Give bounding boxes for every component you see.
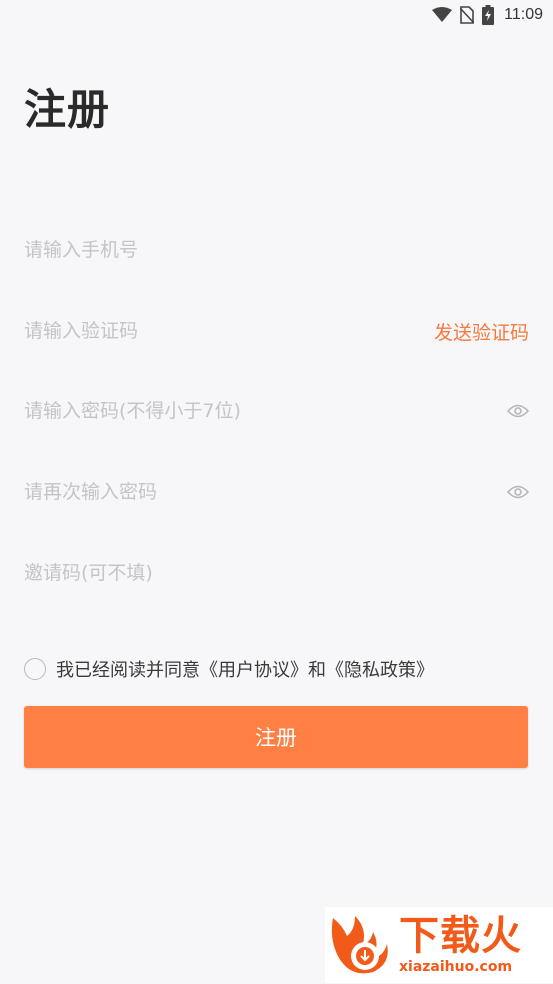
status-time: 11:09 (504, 6, 543, 23)
phone-field-row (24, 230, 529, 270)
watermark: 下载火 xiazaihuo.com (325, 907, 553, 983)
eye-icon[interactable] (507, 481, 529, 503)
watermark-text: 下载火 xiazaihuo.com (399, 914, 522, 976)
status-bar: 11:09 (0, 0, 553, 30)
invite-code-field-row (24, 553, 529, 593)
flame-logo-icon (325, 910, 395, 980)
agreement-checkbox[interactable] (24, 658, 46, 680)
confirm-password-input[interactable] (24, 472, 507, 512)
status-icons: 11:09 (432, 5, 543, 25)
agreement-row: 我已经阅读并同意《用户协议》和《隐私政策》 (24, 656, 434, 682)
agreement-text: 我已经阅读并同意《用户协议》和《隐私政策》 (56, 656, 434, 682)
password-field-row (24, 391, 529, 431)
verification-code-input[interactable] (24, 311, 434, 351)
password-input[interactable] (24, 391, 507, 431)
privacy-policy-link[interactable]: 《隐私政策》 (326, 660, 434, 681)
no-sim-icon (460, 6, 475, 24)
register-button[interactable]: 注册 (24, 706, 528, 768)
code-field-row: 发送验证码 (24, 311, 529, 351)
confirm-password-field-row (24, 472, 529, 512)
page-title: 注册 (24, 85, 111, 134)
agreement-prefix: 我已经阅读并同意 (56, 660, 200, 681)
battery-charging-icon (482, 5, 495, 25)
invite-code-input[interactable] (24, 553, 529, 593)
user-agreement-link[interactable]: 《用户协议》 (200, 660, 308, 681)
eye-icon[interactable] (507, 400, 529, 422)
wifi-icon (432, 7, 453, 23)
send-code-button[interactable]: 发送验证码 (434, 318, 529, 345)
agreement-and: 和 (308, 660, 326, 681)
watermark-title: 下载火 (399, 913, 522, 959)
phone-input[interactable] (24, 230, 529, 270)
watermark-url: xiazaihuo.com (399, 959, 513, 975)
